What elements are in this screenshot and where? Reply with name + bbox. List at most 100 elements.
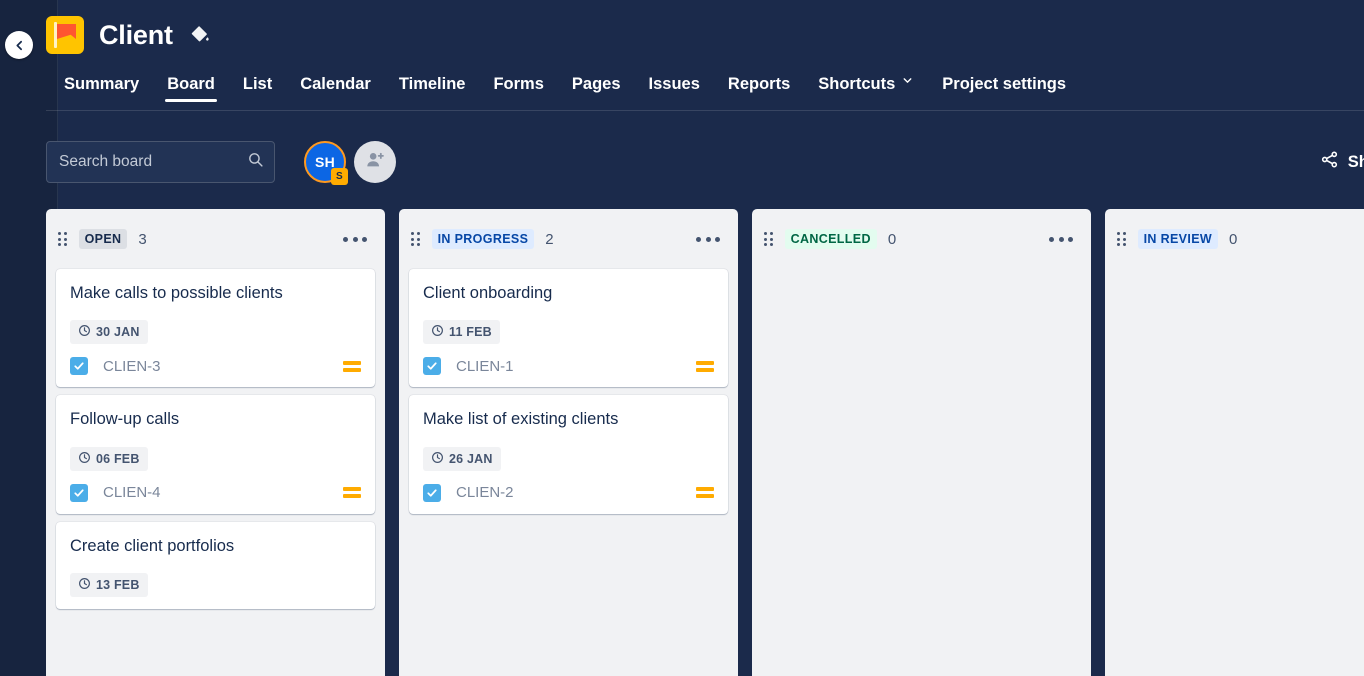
issue-card[interactable]: Client onboarding 11 FEB CLIEN-1 [409,269,728,388]
search-input[interactable] [46,141,275,183]
tab-label: Summary [64,74,140,93]
avatar[interactable]: SH S [304,141,348,185]
tab-label: Issues [648,74,700,93]
tab-label: Board [167,74,215,93]
board-column: CANCELLED 0 [752,209,1091,676]
chevron-down-icon [901,74,914,91]
issue-card-title: Make calls to possible clients [70,284,283,302]
board-column: OPEN 3 Make calls to possible clients 30 JA… [46,209,385,676]
issue-card-footer: CLIEN-3 [70,357,361,376]
column-header: IN PROGRESS 2 [399,209,738,269]
share-icon [1320,150,1339,174]
priority-medium-icon [696,487,714,499]
column-count: 0 [1229,230,1238,248]
issue-card[interactable]: Follow-up calls 06 FEB CLIEN-4 [56,395,375,514]
clock-icon [431,324,444,340]
tab-calendar[interactable]: Calendar [286,74,385,103]
issue-card[interactable]: Make list of existing clients 26 JAN CLIEN… [409,395,728,514]
status-badge: CANCELLED [784,229,877,249]
tab-forms[interactable]: Forms [479,74,557,103]
tab-label: List [242,74,273,93]
status-badge: IN PROGRESS [431,229,535,249]
issue-card-title: Follow-up calls [70,410,180,429]
tab-pages[interactable]: Pages [558,74,635,103]
tabs-underline [46,110,1364,111]
tab-shortcuts[interactable]: Shortcuts [804,74,928,103]
issue-card-title: Make list of existing clients [423,410,619,429]
tab-label: Forms [493,74,544,93]
issue-key: CLIEN-4 [103,484,161,502]
due-date-chip: 26 JAN [423,446,501,471]
board-column: IN PROGRESS 2 Client onboarding 11 FEB CLIEN… [399,209,738,676]
due-date-label: 11 FEB [449,325,492,340]
drag-handle-icon[interactable] [58,231,67,247]
tab-label: Timeline [398,74,466,93]
due-date-label: 30 JAN [96,325,140,340]
page-header: Client Summary Board List Calendar Timeline F… [0,0,1364,102]
drag-handle-icon[interactable] [411,231,420,247]
column-card-list [1105,269,1364,676]
tab-label: Project settings [942,74,1067,93]
board-toolbar: SH S Sha [46,138,1364,186]
due-date-chip: 06 FEB [70,446,148,471]
board-columns: OPEN 3 Make calls to possible clients 30 JA… [46,209,1364,676]
tab-label: Reports [727,74,791,93]
due-date-chip: 11 FEB [423,320,500,345]
drag-handle-icon[interactable] [764,231,773,247]
due-date-label: 13 FEB [96,578,140,593]
drag-handle-icon[interactable] [1117,231,1126,247]
issue-card-footer: CLIEN-2 [423,483,714,502]
clock-icon [78,451,91,467]
board-members: SH S [304,141,396,185]
tab-list[interactable]: List [229,74,286,103]
paint-bucket-icon[interactable] [189,24,211,46]
column-card-list: Make calls to possible clients 30 JAN CLIE… [46,269,385,676]
issue-card[interactable]: Make calls to possible clients 30 JAN CLIE… [56,269,375,388]
tab-label: Calendar [300,74,371,93]
issue-card-title: Create client portfolios [70,536,235,555]
column-header: CANCELLED 0 [752,209,1091,269]
due-date-label: 06 FEB [96,451,140,466]
tab-label: Shortcuts [818,74,896,93]
clock-icon [431,451,444,467]
tab-summary[interactable]: Summary [50,74,153,103]
board-column: IN REVIEW 0 [1105,209,1364,676]
column-header: IN REVIEW 0 [1105,209,1364,269]
tab-board[interactable]: Board [153,74,229,103]
page-title: Client [99,19,173,50]
task-checkbox-icon [423,357,441,376]
column-count: 0 [887,230,897,248]
clock-icon [78,577,91,593]
issue-key: CLIEN-1 [456,357,514,375]
project-flag-logo [46,16,84,54]
issue-card-footer: CLIEN-1 [423,357,714,376]
column-more-menu-icon[interactable] [1047,231,1075,248]
search-board-wrap [46,141,275,183]
column-more-menu-icon[interactable] [694,231,722,248]
status-badge: IN REVIEW [1137,229,1219,249]
column-count: 2 [545,230,554,248]
task-checkbox-icon [70,483,88,502]
tab-project-settings[interactable]: Project settings [928,74,1080,103]
tab-label: Pages [571,74,621,93]
issue-key: CLIEN-3 [103,357,161,375]
title-row: Client [46,0,1364,62]
priority-medium-icon [343,360,361,372]
issue-card[interactable]: Create client portfolios 13 FEB [56,521,375,610]
chevron-left-icon [13,39,26,52]
column-more-menu-icon[interactable] [341,231,369,248]
issue-card-footer: CLIEN-4 [70,483,361,502]
add-person-button[interactable] [354,141,396,183]
collapse-sidebar-button[interactable] [5,31,33,59]
tab-issues[interactable]: Issues [635,74,714,103]
issue-card-title: Client onboarding [423,284,553,302]
clock-icon [78,324,91,340]
due-date-label: 26 JAN [449,451,493,466]
priority-medium-icon [343,487,361,499]
task-checkbox-icon [423,483,441,502]
tab-reports[interactable]: Reports [714,74,804,103]
tab-timeline[interactable]: Timeline [385,74,480,103]
share-button[interactable]: Sha [1320,150,1364,174]
task-checkbox-icon [70,357,88,376]
share-label: Sha [1347,152,1364,171]
